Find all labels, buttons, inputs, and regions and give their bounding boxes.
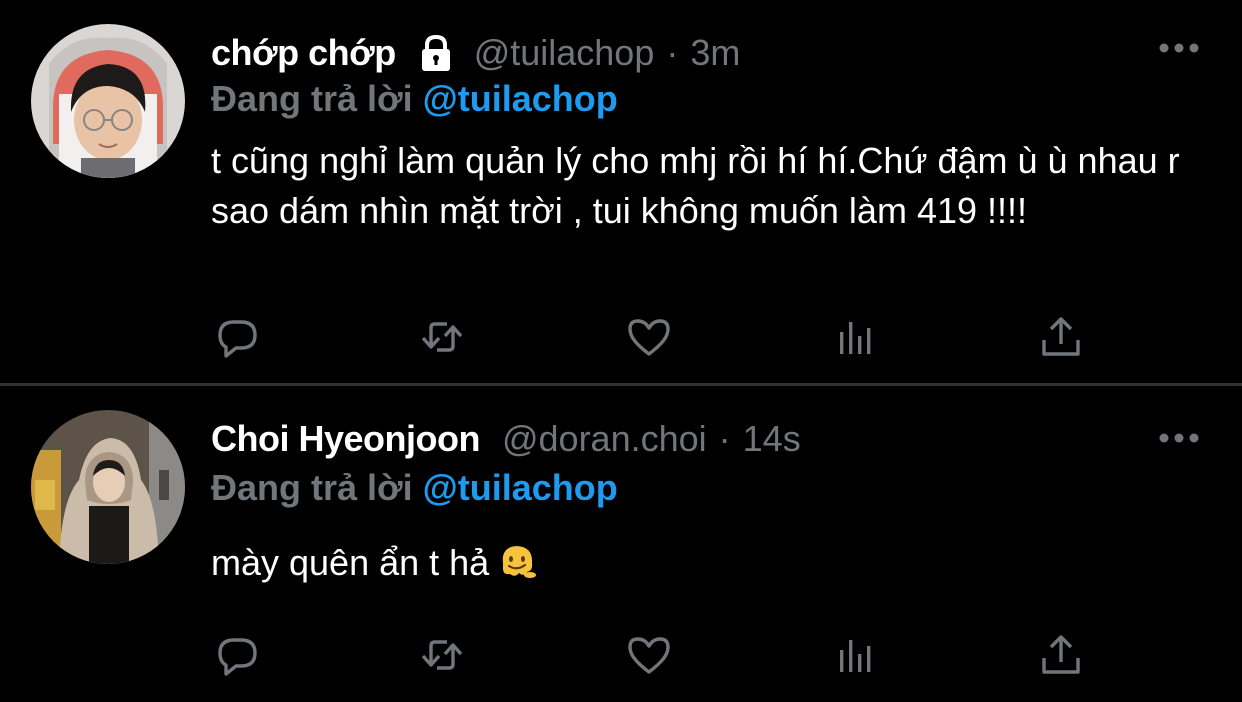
share-button[interactable]: [1036, 630, 1086, 680]
avatar-image: [31, 24, 185, 178]
share-icon: [1042, 635, 1080, 674]
tweet-header: Choi Hyeonjoon @doran.choi · 14s: [211, 414, 801, 464]
user-handle[interactable]: @tuilachop: [474, 32, 655, 74]
tweet[interactable]: Choi Hyeonjoon @doran.choi · 14s Đang tr…: [0, 387, 1242, 702]
retweet-icon: [421, 322, 463, 352]
avatar[interactable]: [31, 24, 185, 178]
retweet-button[interactable]: [417, 312, 467, 362]
share-button[interactable]: [1036, 312, 1086, 362]
lock-icon: [421, 34, 450, 71]
tweet-divider: [0, 383, 1242, 386]
separator-dot: ·: [718, 418, 731, 459]
replying-to: Đang trả lời @tuilachop: [211, 78, 618, 120]
display-name[interactable]: chớp chớp: [211, 32, 396, 74]
stats-button[interactable]: [831, 630, 881, 680]
tweet[interactable]: chớp chớp @tuilachop · 3m Đang trả lời @t…: [0, 0, 1242, 384]
reply-button[interactable]: [212, 312, 262, 362]
more-icon[interactable]: [1158, 430, 1200, 446]
share-icon: [1042, 317, 1080, 356]
like-button[interactable]: [624, 312, 674, 362]
melting-face-emoji: [502, 546, 537, 578]
replying-to-label: Đang trả lời: [211, 467, 413, 508]
separator-dot: ·: [666, 32, 679, 73]
tweet-actions: [0, 312, 1242, 362]
like-icon: [628, 319, 670, 356]
avatar[interactable]: [31, 410, 185, 564]
reply-mention-link[interactable]: @tuilachop: [423, 78, 618, 119]
retweet-icon: [421, 640, 463, 670]
timestamp[interactable]: 3m: [690, 32, 740, 74]
reply-icon: [218, 638, 257, 676]
stats-icon: [840, 322, 871, 354]
avatar-image: [31, 410, 185, 564]
like-icon: [628, 637, 670, 674]
more-icon[interactable]: [1158, 40, 1200, 56]
like-button[interactable]: [624, 630, 674, 680]
reply-icon: [218, 320, 257, 358]
stats-button[interactable]: [831, 312, 881, 362]
timestamp[interactable]: 14s: [743, 418, 801, 460]
tweet-header: chớp chớp @tuilachop · 3m: [211, 28, 740, 78]
display-name[interactable]: Choi Hyeonjoon: [211, 418, 480, 460]
tweet-text: t cũng nghỉ làm quản lý cho mhj rồi hí h…: [211, 140, 1180, 231]
tweet-actions: [0, 630, 1242, 680]
reply-button[interactable]: [212, 630, 262, 680]
retweet-button[interactable]: [417, 630, 467, 680]
tweet-text-content: mày quên ẩn t hả: [211, 542, 490, 583]
replying-to: Đang trả lời @tuilachop: [211, 467, 618, 509]
tweet-text: mày quên ẩn t hả: [211, 538, 1211, 588]
reply-mention-link[interactable]: @tuilachop: [423, 467, 618, 508]
user-handle[interactable]: @doran.choi: [502, 418, 707, 460]
replying-to-label: Đang trả lời: [211, 78, 413, 119]
stats-icon: [840, 640, 871, 672]
